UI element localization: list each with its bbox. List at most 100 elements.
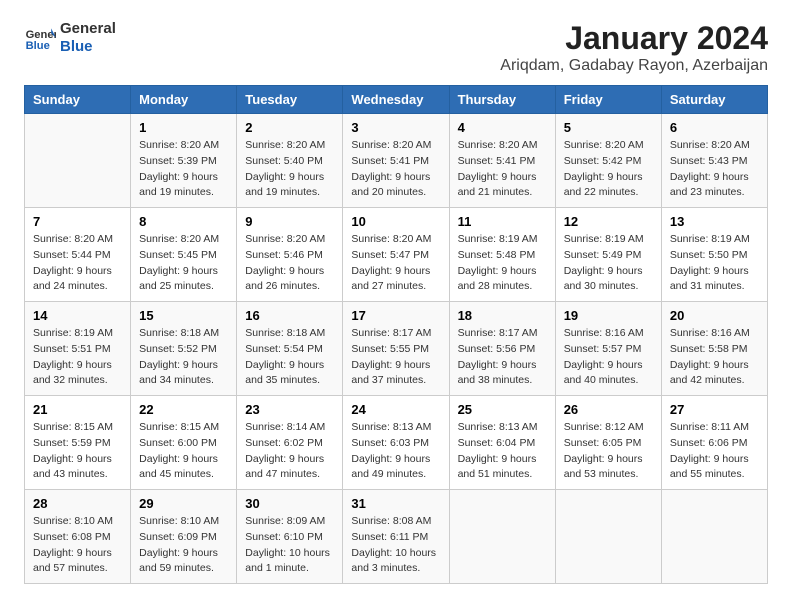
title-section: January 2024 Ariqdam, Gadabay Rayon, Aze… <box>500 20 768 75</box>
logo-icon: General Blue <box>24 22 56 54</box>
day-number: 28 <box>33 496 122 511</box>
logo-line1: General <box>60 20 116 38</box>
day-info: Sunrise: 8:12 AMSunset: 6:05 PMDaylight:… <box>564 420 653 483</box>
calendar-cell: 9 Sunrise: 8:20 AMSunset: 5:46 PMDaylight… <box>237 208 343 302</box>
calendar-cell: 7 Sunrise: 8:20 AMSunset: 5:44 PMDaylight… <box>25 208 131 302</box>
day-number: 4 <box>458 120 547 135</box>
day-info: Sunrise: 8:10 AMSunset: 6:08 PMDaylight:… <box>33 514 122 577</box>
calendar-cell: 31 Sunrise: 8:08 AMSunset: 6:11 PMDayligh… <box>343 490 449 584</box>
calendar-cell: 12 Sunrise: 8:19 AMSunset: 5:49 PMDayligh… <box>555 208 661 302</box>
calendar-cell: 29 Sunrise: 8:10 AMSunset: 6:09 PMDayligh… <box>131 490 237 584</box>
calendar-cell: 24 Sunrise: 8:13 AMSunset: 6:03 PMDayligh… <box>343 396 449 490</box>
day-number: 22 <box>139 402 228 417</box>
col-header-tuesday: Tuesday <box>237 86 343 114</box>
day-number: 2 <box>245 120 334 135</box>
day-info: Sunrise: 8:20 AMSunset: 5:41 PMDaylight:… <box>458 138 547 201</box>
day-number: 25 <box>458 402 547 417</box>
calendar-cell: 14Sunrise: 8:19 AMSunset: 5:51 PMDayligh… <box>25 302 131 396</box>
calendar-table: SundayMondayTuesdayWednesdayThursdayFrid… <box>24 85 768 584</box>
day-number: 7 <box>33 214 122 229</box>
day-info: Sunrise: 8:20 AMSunset: 5:46 PMDaylight:… <box>245 232 334 295</box>
calendar-week-5: 28 Sunrise: 8:10 AMSunset: 6:08 PMDayligh… <box>25 490 768 584</box>
day-number: 8 <box>139 214 228 229</box>
calendar-cell: 22 Sunrise: 8:15 AMSunset: 6:00 PMDayligh… <box>131 396 237 490</box>
calendar-cell: 2 Sunrise: 8:20 AMSunset: 5:40 PMDaylight… <box>237 114 343 208</box>
day-info: Sunrise: 8:20 AMSunset: 5:40 PMDaylight:… <box>245 138 334 201</box>
day-info: Sunrise: 8:15 AMSunset: 6:00 PMDaylight:… <box>139 420 228 483</box>
logo-line2: Blue <box>60 38 116 56</box>
day-info: Sunrise: 8:19 AMSunset: 5:50 PMDaylight:… <box>670 232 759 295</box>
page-subtitle: Ariqdam, Gadabay Rayon, Azerbaijan <box>500 57 768 75</box>
day-info: Sunrise: 8:11 AMSunset: 6:06 PMDaylight:… <box>670 420 759 483</box>
day-number: 6 <box>670 120 759 135</box>
day-info: Sunrise: 8:09 AMSunset: 6:10 PMDaylight:… <box>245 514 334 577</box>
day-number: 14 <box>33 308 122 323</box>
day-info: Sunrise: 8:20 AMSunset: 5:47 PMDaylight:… <box>351 232 440 295</box>
calendar-cell: 10 Sunrise: 8:20 AMSunset: 5:47 PMDayligh… <box>343 208 449 302</box>
calendar-week-1: 1Sunrise: 8:20 AMSunset: 5:39 PMDaylight… <box>25 114 768 208</box>
day-number: 18 <box>458 308 547 323</box>
calendar-cell: 3 Sunrise: 8:20 AMSunset: 5:41 PMDaylight… <box>343 114 449 208</box>
calendar-cell: 18 Sunrise: 8:17 AMSunset: 5:56 PMDayligh… <box>449 302 555 396</box>
col-header-saturday: Saturday <box>661 86 767 114</box>
day-info: Sunrise: 8:17 AMSunset: 5:56 PMDaylight:… <box>458 326 547 389</box>
calendar-cell: 17Sunrise: 8:17 AMSunset: 5:55 PMDayligh… <box>343 302 449 396</box>
day-info: Sunrise: 8:20 AMSunset: 5:44 PMDaylight:… <box>33 232 122 295</box>
logo: General Blue General Blue <box>24 20 116 56</box>
day-number: 23 <box>245 402 334 417</box>
day-info: Sunrise: 8:20 AMSunset: 5:41 PMDaylight:… <box>351 138 440 201</box>
day-info: Sunrise: 8:15 AMSunset: 5:59 PMDaylight:… <box>33 420 122 483</box>
day-number: 29 <box>139 496 228 511</box>
calendar-cell: 27 Sunrise: 8:11 AMSunset: 6:06 PMDayligh… <box>661 396 767 490</box>
day-info: Sunrise: 8:08 AMSunset: 6:11 PMDaylight:… <box>351 514 440 577</box>
day-number: 11 <box>458 214 547 229</box>
calendar-cell: 15Sunrise: 8:18 AMSunset: 5:52 PMDayligh… <box>131 302 237 396</box>
calendar-cell: 5 Sunrise: 8:20 AMSunset: 5:42 PMDaylight… <box>555 114 661 208</box>
day-number: 16 <box>245 308 334 323</box>
day-number: 5 <box>564 120 653 135</box>
day-info: Sunrise: 8:20 AMSunset: 5:43 PMDaylight:… <box>670 138 759 201</box>
day-info: Sunrise: 8:20 AMSunset: 5:42 PMDaylight:… <box>564 138 653 201</box>
day-number: 27 <box>670 402 759 417</box>
day-info: Sunrise: 8:13 AMSunset: 6:03 PMDaylight:… <box>351 420 440 483</box>
day-info: Sunrise: 8:16 AMSunset: 5:58 PMDaylight:… <box>670 326 759 389</box>
day-number: 20 <box>670 308 759 323</box>
day-number: 19 <box>564 308 653 323</box>
day-number: 15 <box>139 308 228 323</box>
day-info: Sunrise: 8:17 AMSunset: 5:55 PMDaylight:… <box>351 326 440 389</box>
day-info: Sunrise: 8:10 AMSunset: 6:09 PMDaylight:… <box>139 514 228 577</box>
calendar-body: 1Sunrise: 8:20 AMSunset: 5:39 PMDaylight… <box>25 114 768 584</box>
day-number: 30 <box>245 496 334 511</box>
day-number: 21 <box>33 402 122 417</box>
col-header-wednesday: Wednesday <box>343 86 449 114</box>
day-number: 9 <box>245 214 334 229</box>
col-header-friday: Friday <box>555 86 661 114</box>
day-number: 10 <box>351 214 440 229</box>
day-number: 13 <box>670 214 759 229</box>
day-number: 12 <box>564 214 653 229</box>
day-number: 31 <box>351 496 440 511</box>
calendar-cell: 23 Sunrise: 8:14 AMSunset: 6:02 PMDayligh… <box>237 396 343 490</box>
day-number: 26 <box>564 402 653 417</box>
day-info: Sunrise: 8:14 AMSunset: 6:02 PMDaylight:… <box>245 420 334 483</box>
calendar-week-2: 7 Sunrise: 8:20 AMSunset: 5:44 PMDaylight… <box>25 208 768 302</box>
day-number: 3 <box>351 120 440 135</box>
calendar-cell: 26 Sunrise: 8:12 AMSunset: 6:05 PMDayligh… <box>555 396 661 490</box>
calendar-cell: 28 Sunrise: 8:10 AMSunset: 6:08 PMDayligh… <box>25 490 131 584</box>
day-info: Sunrise: 8:19 AMSunset: 5:49 PMDaylight:… <box>564 232 653 295</box>
calendar-cell: 8 Sunrise: 8:20 AMSunset: 5:45 PMDaylight… <box>131 208 237 302</box>
header: General Blue General Blue January 2024 A… <box>24 20 768 75</box>
calendar-cell <box>449 490 555 584</box>
col-header-thursday: Thursday <box>449 86 555 114</box>
day-info: Sunrise: 8:18 AMSunset: 5:54 PMDaylight:… <box>245 326 334 389</box>
calendar-cell <box>25 114 131 208</box>
calendar-cell: 25Sunrise: 8:13 AMSunset: 6:04 PMDayligh… <box>449 396 555 490</box>
calendar-cell: 30 Sunrise: 8:09 AMSunset: 6:10 PMDayligh… <box>237 490 343 584</box>
page-title: January 2024 <box>500 20 768 57</box>
calendar-cell: 21 Sunrise: 8:15 AMSunset: 5:59 PMDayligh… <box>25 396 131 490</box>
svg-text:Blue: Blue <box>26 40 50 52</box>
day-info: Sunrise: 8:20 AMSunset: 5:45 PMDaylight:… <box>139 232 228 295</box>
calendar-header-row: SundayMondayTuesdayWednesdayThursdayFrid… <box>25 86 768 114</box>
calendar-cell: 4 Sunrise: 8:20 AMSunset: 5:41 PMDaylight… <box>449 114 555 208</box>
day-number: 24 <box>351 402 440 417</box>
